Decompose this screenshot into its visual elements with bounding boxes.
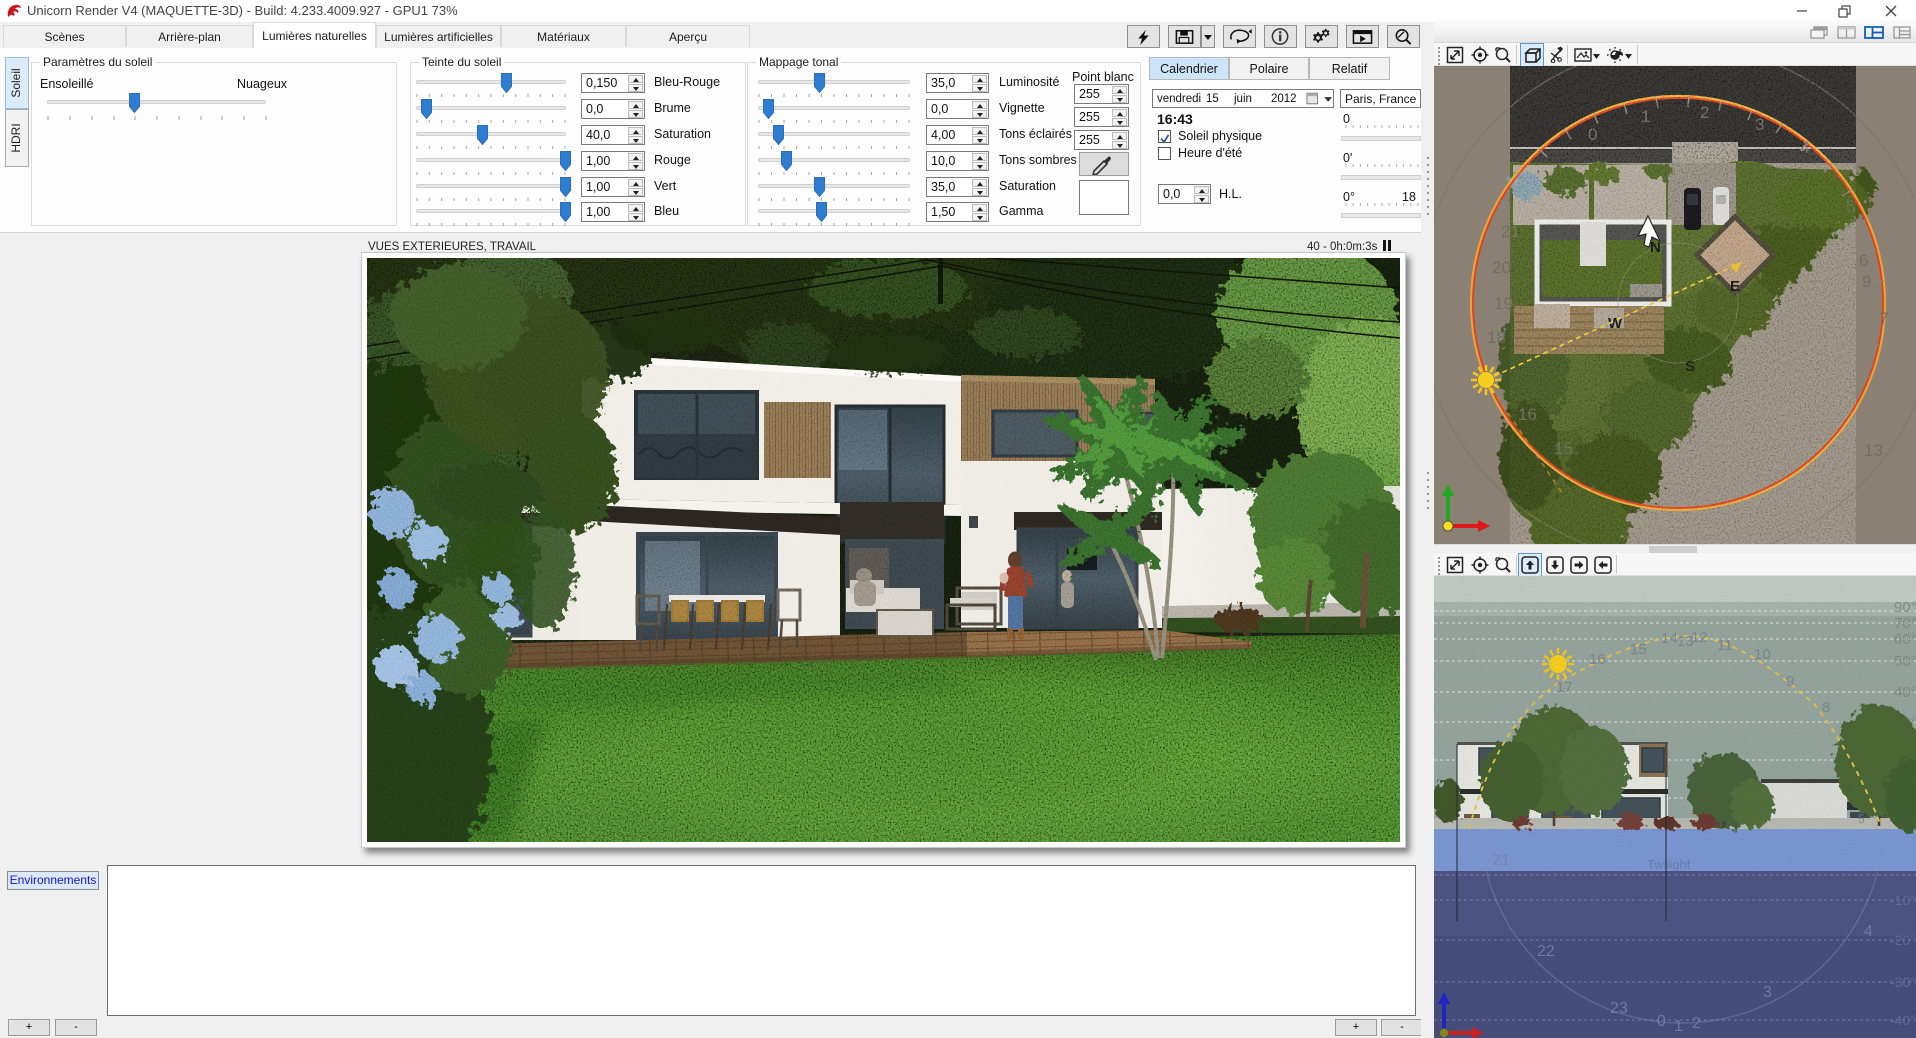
svg-text:20: 20 — [1492, 258, 1511, 277]
svg-text:13: 13 — [1864, 441, 1883, 460]
svg-text:18: 18 — [1487, 328, 1506, 347]
svg-text:6: 6 — [1859, 251, 1868, 270]
svg-text:7: 7 — [1879, 309, 1888, 328]
svg-text:9: 9 — [1862, 272, 1871, 291]
